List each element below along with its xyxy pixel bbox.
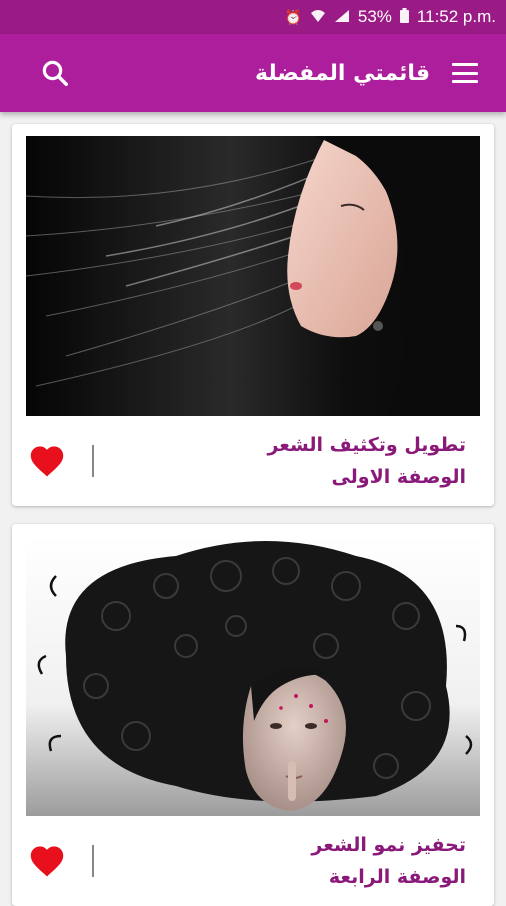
- signal-icon: [334, 9, 350, 26]
- recipe-subtitle[interactable]: الوصفة الرابعة: [311, 866, 466, 888]
- app-bar: قائمتي المفضلة: [0, 34, 506, 112]
- battery-icon: [399, 8, 409, 26]
- page-title: قائمتي المفضلة: [255, 60, 430, 86]
- recipe-title[interactable]: تطويل وتكثيف الشعر: [267, 434, 466, 456]
- recipe-image[interactable]: [26, 136, 480, 416]
- battery-percentage: 53%: [357, 7, 392, 26]
- divider: [92, 445, 94, 477]
- recipe-subtitle[interactable]: الوصفة الاولى: [267, 466, 466, 488]
- card-footer: تحفيز نمو الشعر الوصفة الرابعة: [26, 816, 480, 906]
- menu-icon[interactable]: [452, 63, 478, 83]
- recipe-image[interactable]: [26, 536, 480, 816]
- favorites-list: تطويل وتكثيف الشعر الوصفة الاولى تحفيز ن…: [0, 112, 506, 906]
- recipe-card[interactable]: تحفيز نمو الشعر الوصفة الرابعة: [12, 524, 494, 906]
- recipe-card[interactable]: تطويل وتكثيف الشعر الوصفة الاولى: [12, 124, 494, 506]
- alarm-icon: ⏰: [284, 8, 302, 25]
- recipe-title[interactable]: تحفيز نمو الشعر: [311, 834, 466, 856]
- status-time: 11:52 p.m.: [416, 7, 496, 26]
- card-footer: تطويل وتكثيف الشعر الوصفة الاولى: [26, 416, 480, 506]
- search-icon[interactable]: [40, 58, 70, 88]
- wifi-icon: [310, 9, 326, 26]
- favorite-heart-icon[interactable]: [28, 444, 66, 478]
- favorite-heart-icon[interactable]: [28, 844, 66, 878]
- divider: [92, 845, 94, 877]
- status-bar: ⏰ 53% 11:52 p.m.: [0, 0, 506, 34]
